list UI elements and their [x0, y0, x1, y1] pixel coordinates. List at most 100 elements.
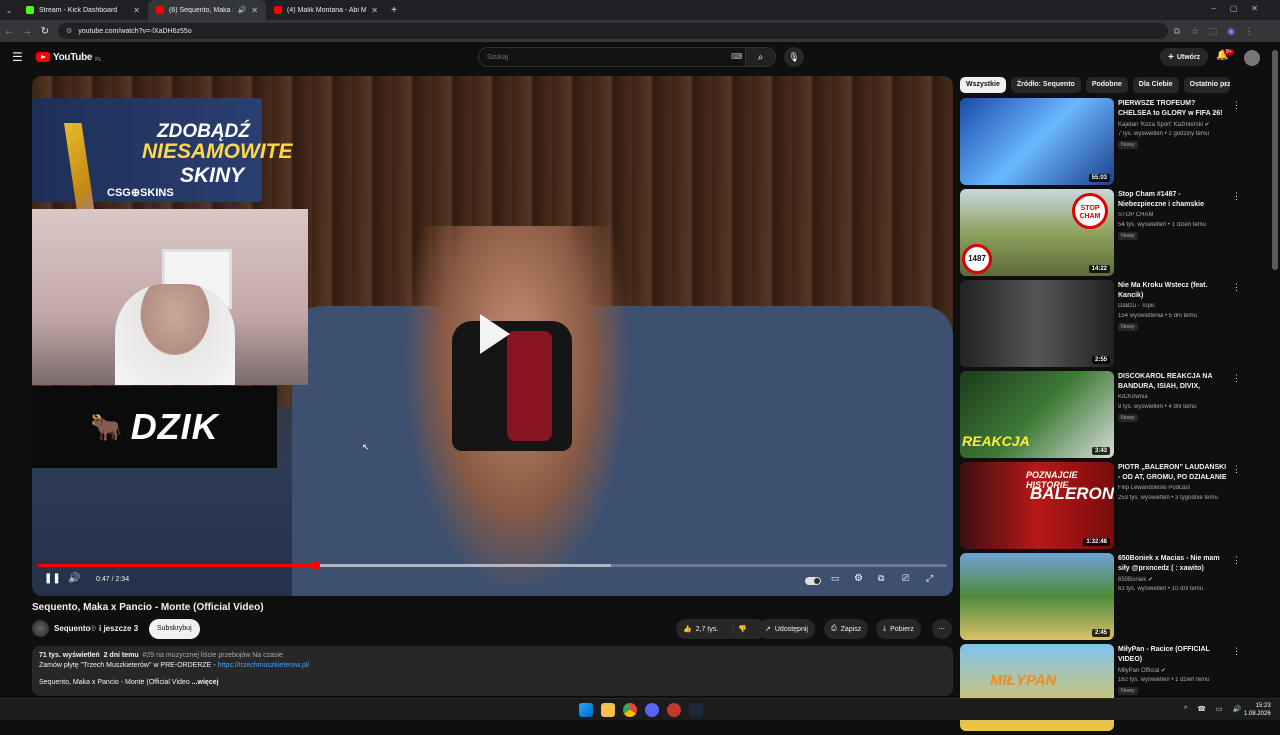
profile-icon[interactable]: ◉ [1222, 26, 1240, 37]
steam-icon[interactable] [689, 703, 703, 717]
trending-tag[interactable]: #29 na muzycznej liście przebojów Na cza… [143, 652, 283, 659]
tab-kick-dashboard[interactable]: Stream - Kick Dashboard ✕ [18, 0, 148, 20]
site-info-icon[interactable]: ⚙ [66, 27, 72, 35]
recommendation-item[interactable]: 55:03 PIERWSZE TROFEUM? CHELSEA to GLORY … [960, 98, 1242, 189]
video-thumbnail[interactable]: STOP CHAM 1487 14:22 [960, 189, 1114, 276]
forward-arrow-icon[interactable]: → [18, 26, 36, 37]
autoplay-toggle[interactable] [805, 577, 821, 585]
recommendation-title[interactable]: PIOTR „BALERON” LAUDAŃSKI - OD AT, GROMU… [1118, 463, 1230, 483]
download-button[interactable]: ⤓ Pobierz [876, 619, 921, 639]
keyboard-icon[interactable]: ⌨ [731, 52, 743, 61]
recommendation-item[interactable]: MIŁYPAN MiłyPan - Racice (OFFICIAL VIDEO)… [960, 644, 1242, 735]
back-arrow-icon[interactable]: ← [0, 26, 18, 37]
video-thumbnail[interactable]: REAKCJA 3:43 [960, 371, 1114, 458]
more-vertical-icon[interactable]: ⋮ [1232, 282, 1241, 293]
chrome-menu-icon[interactable]: ⋮ [1240, 26, 1258, 37]
address-bar[interactable]: ⚙ youtube.com/watch?v=-lXaDH6z55o [58, 23, 1168, 39]
recommendation-title[interactable]: Stop Cham #1487 - Niebezpieczne i chamsk… [1118, 190, 1230, 210]
channel-avatar[interactable] [32, 620, 49, 637]
more-vertical-icon[interactable]: ⋮ [1232, 100, 1241, 111]
search-input[interactable] [478, 47, 746, 67]
video-player[interactable]: ZDOBĄDŹ NIESAMOWITE SKINY CSG⊕SKINS 🐂 DZ… [32, 76, 953, 596]
description-box[interactable]: 71 tys. wyświetleń 2 dni temu #29 na muz… [32, 646, 953, 696]
dislike-thumb-icon[interactable]: 👎 [738, 625, 747, 633]
chip-related[interactable]: Podobne [1085, 77, 1128, 93]
recommendation-title[interactable]: DISCOKAROL REAKCJA NA BANDURA, ISIAH, DI… [1118, 372, 1230, 392]
audio-playing-icon[interactable]: 🔊 [238, 6, 247, 14]
bookmark-star-icon[interactable]: ☆ [1186, 26, 1204, 37]
youtube-logo[interactable]: YouTube PL [36, 51, 101, 63]
like-thumb-icon[interactable]: 👍 [683, 625, 692, 633]
create-button[interactable]: + Utwórz [1160, 48, 1209, 66]
recommendation-item[interactable]: 2:45 650Boniek x Macias - Nie mam siły @p… [960, 553, 1242, 644]
window-controls[interactable]: –▢✕ [1211, 4, 1272, 13]
video-thumbnail[interactable]: 55:03 [960, 98, 1114, 185]
cast-icon[interactable]: ⎚ [902, 573, 909, 584]
search-button[interactable]: ⌕ [746, 47, 776, 67]
recommendation-item[interactable]: 2:55 Nie Ma Kroku Wstecz (feat. Kancik) Da… [960, 280, 1242, 371]
system-tray[interactable]: ^ ☎ ▭ 🔊 [1184, 705, 1245, 713]
settings-gear-icon[interactable]: ⚙ [854, 573, 863, 584]
chevron-right-icon[interactable]: › [1224, 79, 1227, 89]
recommendation-title[interactable]: Nie Ma Kroku Wstecz (feat. Kancik) [1118, 281, 1230, 300]
video-thumbnail[interactable]: 2:45 [960, 553, 1114, 640]
recommendation-channel[interactable]: Kajetan 'Koza Sport' Kaźmierski ✔ [1118, 121, 1230, 128]
chip-for-you[interactable]: Dla Ciebie [1132, 77, 1179, 93]
close-tab-icon[interactable]: ✕ [371, 6, 378, 15]
chrome-icon[interactable] [623, 703, 637, 717]
account-avatar[interactable] [1244, 50, 1260, 66]
close-tab-icon[interactable]: ✕ [133, 6, 140, 15]
channel-name[interactable]: Sequento [54, 624, 90, 633]
voice-search-mic-icon[interactable]: 🎙 [784, 47, 804, 67]
recommendation-channel[interactable]: DaBzu - Topic [1118, 303, 1230, 309]
more-vertical-icon[interactable]: ⋮ [1232, 646, 1241, 657]
recommendation-item[interactable]: REAKCJA 3:43 DISCOKAROL REAKCJA NA BANDURA… [960, 371, 1242, 462]
fullscreen-icon[interactable]: ⤢ [926, 573, 933, 584]
chip-from-channel[interactable]: Źródło: Sequento [1010, 77, 1081, 93]
more-vertical-icon[interactable]: ⋮ [1232, 373, 1241, 384]
show-more-link[interactable]: ...więcej [192, 679, 219, 686]
recommendation-channel[interactable]: STOP CHAM [1118, 212, 1230, 218]
recommendation-channel[interactable]: KICKownia [1118, 394, 1230, 400]
close-tab-icon[interactable]: ✕ [251, 6, 258, 15]
recommendation-item[interactable]: POZNAJCIE HISTORIEBALERONA1:32:48PIOTR „… [960, 462, 1242, 553]
recommendation-title[interactable]: PIERWSZE TROFEUM? CHELSEA to GLORY w FIF… [1118, 99, 1230, 118]
video-thumbnail[interactable]: POZNAJCIE HISTORIEBALERONA1:32:48 [960, 462, 1114, 549]
opera-icon[interactable] [667, 703, 681, 717]
tab-youtube-malik[interactable]: (4) Malik Montana - Abi Mosa ✕ [266, 0, 386, 20]
pause-icon[interactable]: ❚❚ [44, 573, 61, 584]
more-vertical-icon[interactable]: ⋮ [1232, 464, 1241, 475]
recommendation-channel[interactable]: 650Boniek ✔ [1118, 576, 1230, 583]
discord-icon[interactable] [645, 703, 659, 717]
reload-icon[interactable]: ↻ [36, 26, 54, 37]
more-vertical-icon[interactable]: ⋮ [1232, 555, 1241, 566]
like-count[interactable]: 2,7 tys. [696, 626, 719, 633]
recommendation-title[interactable]: 650Boniek x Macias - Nie mam siły @prxnc… [1118, 554, 1230, 573]
collaborators-link[interactable]: i jeszcze 3 [99, 624, 138, 633]
chip-all[interactable]: Wszystkie [960, 77, 1006, 93]
taskbar-clock[interactable]: 15:23 1.08.2026 [1244, 702, 1271, 718]
tab-list-icon[interactable]: ⌄ [0, 6, 18, 15]
recommendation-channel[interactable]: MiłyPan Official ✔ [1118, 667, 1230, 674]
windows-start-icon[interactable] [579, 703, 593, 717]
subtitles-icon[interactable]: ▭ [831, 573, 840, 584]
new-tab-button[interactable]: + [386, 5, 402, 16]
recommendation-item[interactable]: STOP CHAM 1487 14:22 Stop Cham #1487 - Nieb… [960, 189, 1242, 280]
preorder-link[interactable]: https://trzechmuszkieterow.pl/ [218, 662, 310, 669]
page-scrollbar[interactable] [1272, 50, 1278, 270]
big-play-icon[interactable] [476, 312, 512, 356]
hamburger-menu-icon[interactable]: ☰ [12, 50, 23, 64]
miniplayer-icon[interactable]: ⧉ [878, 573, 884, 584]
progress-bar[interactable] [38, 561, 947, 570]
file-explorer-icon[interactable] [601, 703, 615, 717]
subscribe-button[interactable]: Subskrybuj [149, 619, 200, 639]
share-button[interactable]: ↗ Udostępnij [758, 619, 815, 639]
video-thumbnail[interactable]: 2:55 [960, 280, 1114, 367]
volume-icon[interactable]: 🔊 [68, 573, 80, 584]
chip-recently-uploaded[interactable]: Ostatnio prz [1183, 77, 1230, 93]
more-actions-button[interactable]: ⋯ [932, 619, 952, 639]
save-button[interactable]: ⎙ Zapisz [824, 619, 869, 639]
recommendation-title[interactable]: MiłyPan - Racice (OFFICIAL VIDEO) [1118, 645, 1230, 664]
recommendation-channel[interactable]: Filip Lewandowski Podcast [1118, 485, 1230, 491]
tab-youtube-sequento[interactable]: (6) Sequento, Maka x Panc 🔊 ✕ [148, 0, 266, 20]
